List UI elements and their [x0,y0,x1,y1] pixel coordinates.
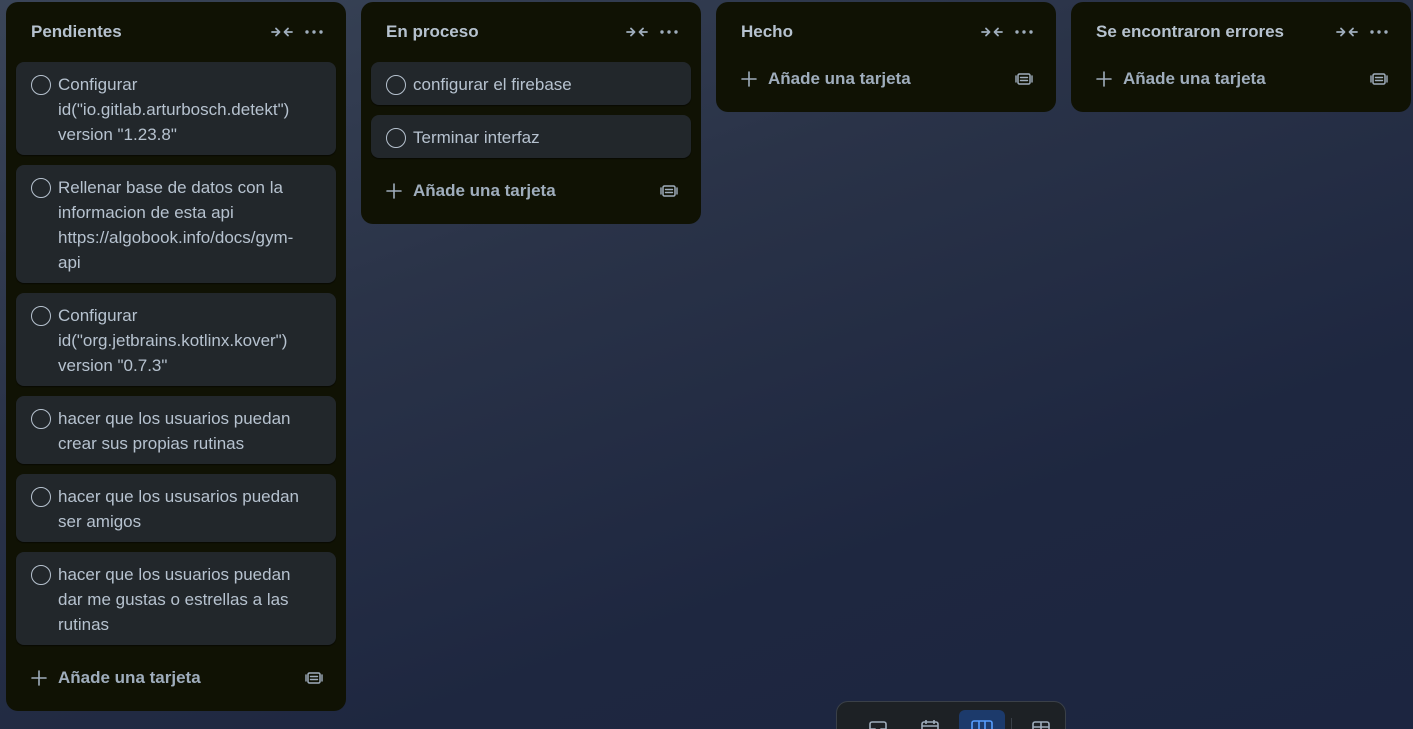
card[interactable]: Configurar id("io.gitlab.arturbosch.dete… [16,62,336,155]
collapse-icon[interactable] [621,16,653,48]
card-template-icon[interactable] [655,177,683,205]
list-pendientes: Pendientes Configurar id("io.gitlab.artu… [6,2,346,711]
more-icon[interactable] [653,16,685,48]
card[interactable]: Terminar interfaz [371,115,691,158]
list-header: Hecho [726,2,1046,62]
more-icon[interactable] [298,16,330,48]
card[interactable]: Configurar id("org.jetbrains.kotlinx.kov… [16,293,336,386]
card-title: Rellenar base de datos con la informacio… [58,178,294,272]
card-complete-checkbox[interactable] [31,75,51,95]
card-title: Terminar interfaz [413,128,540,147]
plus-icon [381,178,407,204]
add-card-label: Añade una tarjeta [768,69,911,88]
card-template-icon[interactable] [1010,65,1038,93]
collapse-icon[interactable] [976,16,1008,48]
plus-icon [1091,66,1117,92]
card[interactable]: hacer que los usuarios puedan dar me gus… [16,552,336,645]
card[interactable]: configurar el firebase [371,62,691,105]
card[interactable]: hacer que los ususarios puedan ser amigo… [16,474,336,542]
collapse-icon[interactable] [1331,16,1363,48]
card-title: hacer que los usuarios puedan dar me gus… [58,565,291,634]
add-card-button[interactable]: Añade una tarjeta [726,56,1046,102]
list-header: En proceso [371,2,691,62]
list-header: Pendientes [16,2,336,62]
card[interactable]: hacer que los usuarios puedan crear sus … [16,396,336,464]
board-icon[interactable] [959,710,1005,729]
card-complete-checkbox[interactable] [31,565,51,585]
add-card-button[interactable]: Añade una tarjeta [371,168,691,214]
card[interactable]: Rellenar base de datos con la informacio… [16,165,336,283]
list-hecho: Hecho Añade una tarjeta [716,2,1056,112]
card-title: Configurar id("org.jetbrains.kotlinx.kov… [58,306,288,375]
toolbar-divider [1011,718,1012,729]
card-template-icon[interactable] [300,664,328,692]
add-card-label: Añade una tarjeta [1123,69,1266,88]
card-complete-checkbox[interactable] [386,128,406,148]
add-card-label: Añade una tarjeta [58,668,201,687]
plus-icon [736,66,762,92]
add-card-button[interactable]: Añade una tarjeta [16,655,336,701]
list-se-encontraron-errores: Se encontraron errores Añade una tarjeta [1071,2,1411,112]
card-title: hacer que los ususarios puedan ser amigo… [58,487,299,531]
more-icon[interactable] [1008,16,1040,48]
switch-boards-icon[interactable] [1018,710,1064,729]
list-title[interactable]: En proceso [386,22,621,42]
card-complete-checkbox[interactable] [31,178,51,198]
more-icon[interactable] [1363,16,1395,48]
card-complete-checkbox[interactable] [386,75,406,95]
list-header: Se encontraron errores [1081,2,1401,62]
card-title: Configurar id("io.gitlab.arturbosch.dete… [58,75,290,144]
card-title: hacer que los usuarios puedan crear sus … [58,409,291,453]
add-card-button[interactable]: Añade una tarjeta [1081,56,1401,102]
card-title: configurar el firebase [413,75,572,94]
view-switcher-bar [836,701,1066,729]
list-title[interactable]: Hecho [741,22,976,42]
list-title[interactable]: Se encontraron errores [1096,22,1331,42]
calendar-icon[interactable] [907,710,953,729]
inbox-icon[interactable] [855,710,901,729]
collapse-icon[interactable] [266,16,298,48]
card-template-icon[interactable] [1365,65,1393,93]
list-title[interactable]: Pendientes [31,22,266,42]
card-complete-checkbox[interactable] [31,306,51,326]
card-complete-checkbox[interactable] [31,409,51,429]
plus-icon [26,665,52,691]
list-en-proceso: En proceso configurar el firebase Termin… [361,2,701,224]
board: Pendientes Configurar id("io.gitlab.artu… [0,0,1413,729]
card-complete-checkbox[interactable] [31,487,51,507]
add-card-label: Añade una tarjeta [413,181,556,200]
